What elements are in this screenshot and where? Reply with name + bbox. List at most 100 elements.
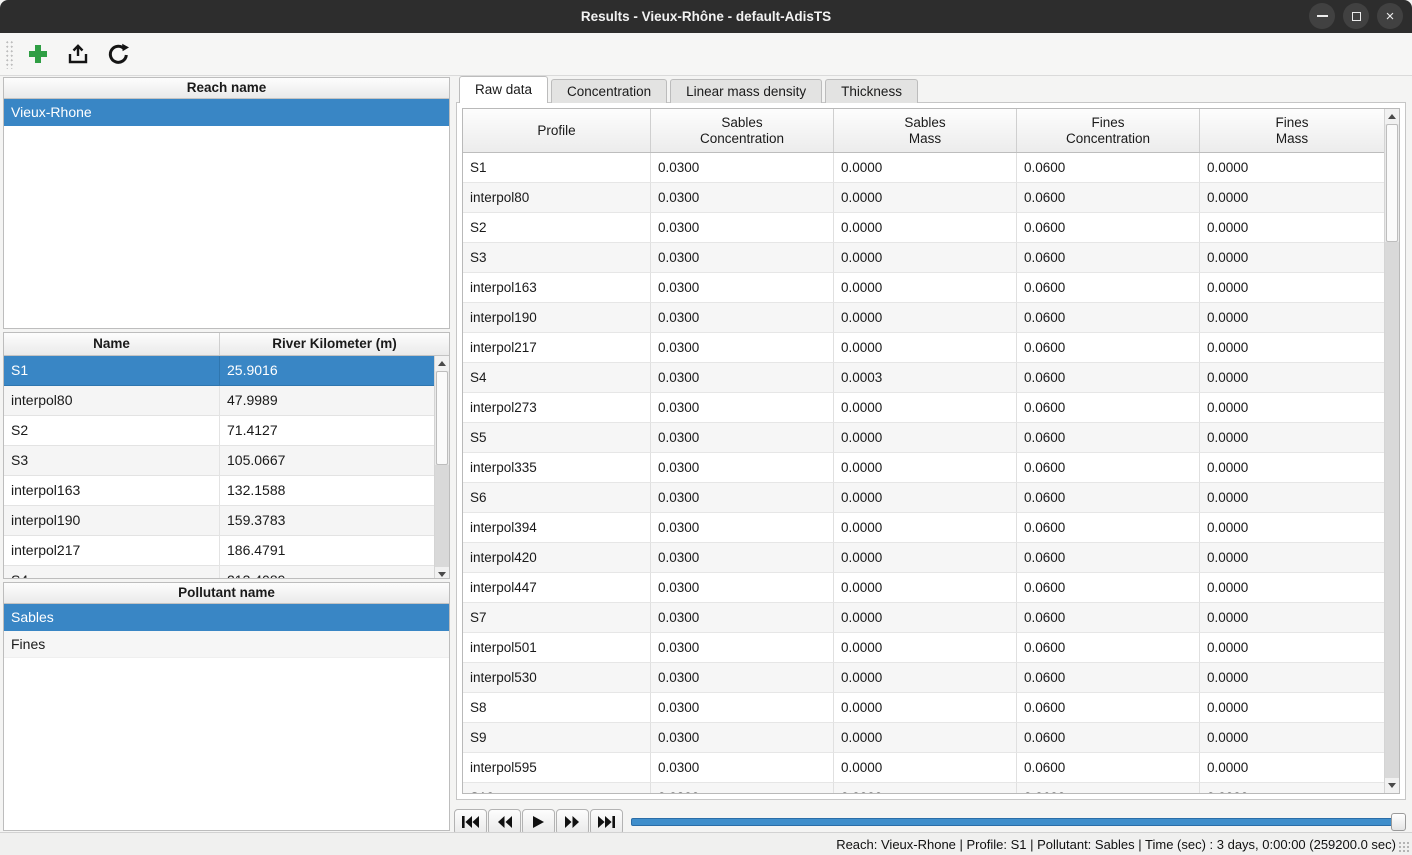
table-cell[interactable]: 0.0000 xyxy=(1200,543,1384,573)
table-cell[interactable]: 0.0000 xyxy=(834,453,1017,483)
table-cell[interactable]: 0.0000 xyxy=(834,273,1017,303)
table-cell[interactable]: 0.0000 xyxy=(834,213,1017,243)
pollutant-item[interactable]: Sables xyxy=(4,604,449,631)
table-cell[interactable]: 0.0600 xyxy=(1017,633,1200,663)
table-cell[interactable]: 0.0003 xyxy=(834,363,1017,393)
table-cell[interactable]: 0.0000 xyxy=(1200,663,1384,693)
table-cell[interactable]: 0.0300 xyxy=(651,213,834,243)
table-row[interactable]: S20.03000.00000.06000.0000 xyxy=(463,213,1384,243)
scroll-down-arrow[interactable] xyxy=(435,567,449,579)
profiles-col-rk[interactable]: River Kilometer (m) xyxy=(220,333,449,355)
profile-name-cell[interactable]: S3 xyxy=(4,446,220,476)
reach-item[interactable]: Vieux-Rhone xyxy=(4,99,449,126)
table-row[interactable]: interpol5950.03000.00000.06000.0000 xyxy=(463,753,1384,783)
table-cell[interactable]: 0.0000 xyxy=(834,423,1017,453)
column-header[interactable]: Sables Mass xyxy=(834,109,1017,152)
profile-rk-cell[interactable]: 105.0667 xyxy=(220,446,434,476)
column-header[interactable]: Fines Concentration xyxy=(1017,109,1200,152)
table-cell[interactable]: 0.0300 xyxy=(651,453,834,483)
table-cell[interactable]: 0.0300 xyxy=(651,603,834,633)
pollutant-item[interactable]: Fines xyxy=(4,631,449,658)
table-cell[interactable]: 0.0000 xyxy=(1200,153,1384,183)
profile-row[interactable]: interpol217186.4791 xyxy=(4,536,434,566)
table-cell[interactable]: 0.0600 xyxy=(1017,303,1200,333)
export-button[interactable] xyxy=(61,37,95,71)
table-row[interactable]: S60.03000.00000.06000.0000 xyxy=(463,483,1384,513)
table-cell[interactable]: 0.0000 xyxy=(1200,783,1384,793)
table-cell[interactable]: 0.0000 xyxy=(1200,273,1384,303)
table-cell[interactable]: 0.0000 xyxy=(1200,573,1384,603)
table-cell[interactable]: 0.0000 xyxy=(834,513,1017,543)
time-slider-track[interactable] xyxy=(631,818,1406,826)
profile-row[interactable]: interpol190159.3783 xyxy=(4,506,434,536)
table-row[interactable]: interpol3350.03000.00000.06000.0000 xyxy=(463,453,1384,483)
time-slider[interactable] xyxy=(631,812,1406,832)
time-slider-handle[interactable] xyxy=(1391,813,1406,831)
table-cell[interactable]: 0.0000 xyxy=(834,603,1017,633)
table-cell[interactable]: S5 xyxy=(463,423,651,453)
table-cell[interactable]: 0.0000 xyxy=(1200,243,1384,273)
table-cell[interactable]: 0.0600 xyxy=(1017,513,1200,543)
table-cell[interactable]: interpol163 xyxy=(463,273,651,303)
table-cell[interactable]: 0.0300 xyxy=(651,183,834,213)
table-cell[interactable]: 0.0000 xyxy=(834,633,1017,663)
table-row[interactable]: S50.03000.00000.06000.0000 xyxy=(463,423,1384,453)
profile-row[interactable]: S271.4127 xyxy=(4,416,434,446)
table-cell[interactable]: 0.0000 xyxy=(834,543,1017,573)
table-row[interactable]: interpol5010.03000.00000.06000.0000 xyxy=(463,633,1384,663)
table-cell[interactable]: 0.0600 xyxy=(1017,243,1200,273)
scrollbar-thumb[interactable] xyxy=(436,371,448,465)
table-cell[interactable]: 0.0600 xyxy=(1017,753,1200,783)
table-cell[interactable]: S2 xyxy=(463,213,651,243)
table-cell[interactable]: 0.0000 xyxy=(834,753,1017,783)
table-row[interactable]: S90.03000.00000.06000.0000 xyxy=(463,723,1384,753)
table-row[interactable]: S10.03000.00000.06000.0000 xyxy=(463,153,1384,183)
table-cell[interactable]: 0.0600 xyxy=(1017,153,1200,183)
table-cell[interactable]: 0.0000 xyxy=(834,333,1017,363)
tab-concentration[interactable]: Concentration xyxy=(551,79,667,103)
table-cell[interactable]: 0.0000 xyxy=(1200,753,1384,783)
scroll-up-arrow[interactable] xyxy=(1385,109,1399,124)
scrollbar-thumb[interactable] xyxy=(1386,124,1398,242)
scroll-up-arrow[interactable] xyxy=(435,356,449,371)
refresh-button[interactable] xyxy=(101,37,135,71)
table-cell[interactable]: 0.0300 xyxy=(651,243,834,273)
table-cell[interactable]: 0.0300 xyxy=(651,573,834,603)
table-cell[interactable]: S6 xyxy=(463,483,651,513)
table-cell[interactable]: S9 xyxy=(463,723,651,753)
table-row[interactable]: interpol1900.03000.00000.06000.0000 xyxy=(463,303,1384,333)
table-row[interactable]: interpol2730.03000.00000.06000.0000 xyxy=(463,393,1384,423)
table-cell[interactable]: 0.0000 xyxy=(834,783,1017,793)
table-cell[interactable]: 0.0600 xyxy=(1017,453,1200,483)
profile-rk-cell[interactable]: 159.3783 xyxy=(220,506,434,536)
profile-name-cell[interactable]: S4 xyxy=(4,566,220,579)
profile-rk-cell[interactable]: 25.9016 xyxy=(220,356,434,386)
profile-rk-cell[interactable]: 132.1588 xyxy=(220,476,434,506)
column-header[interactable]: Profile xyxy=(463,109,651,152)
table-row[interactable]: interpol800.03000.00000.06000.0000 xyxy=(463,183,1384,213)
toolbar-drag-handle[interactable] xyxy=(4,39,13,69)
profile-rk-cell[interactable]: 186.4791 xyxy=(220,536,434,566)
table-cell[interactable]: 0.0000 xyxy=(834,243,1017,273)
table-cell[interactable]: 0.0300 xyxy=(651,693,834,723)
table-cell[interactable]: 0.0600 xyxy=(1017,543,1200,573)
table-cell[interactable]: 0.0000 xyxy=(1200,363,1384,393)
table-cell[interactable]: 0.0000 xyxy=(834,483,1017,513)
profile-rk-cell[interactable]: 47.9989 xyxy=(220,386,434,416)
scroll-down-arrow[interactable] xyxy=(1385,778,1399,793)
table-cell[interactable]: 0.0600 xyxy=(1017,363,1200,393)
table-cell[interactable]: 0.0600 xyxy=(1017,483,1200,513)
table-row[interactable]: S100.03000.00000.06000.0000 xyxy=(463,783,1384,793)
table-cell[interactable]: 0.0300 xyxy=(651,783,834,793)
table-cell[interactable]: 0.0600 xyxy=(1017,783,1200,793)
table-cell[interactable]: 0.0000 xyxy=(834,153,1017,183)
table-row[interactable]: S30.03000.00000.06000.0000 xyxy=(463,243,1384,273)
profile-name-cell[interactable]: S1 xyxy=(4,356,220,386)
table-cell[interactable]: interpol335 xyxy=(463,453,651,483)
table-cell[interactable]: interpol530 xyxy=(463,663,651,693)
table-cell[interactable]: 0.0300 xyxy=(651,753,834,783)
table-cell[interactable]: 0.0300 xyxy=(651,363,834,393)
table-row[interactable]: interpol2170.03000.00000.06000.0000 xyxy=(463,333,1384,363)
table-cell[interactable]: 0.0000 xyxy=(1200,513,1384,543)
table-row[interactable]: S80.03000.00000.06000.0000 xyxy=(463,693,1384,723)
